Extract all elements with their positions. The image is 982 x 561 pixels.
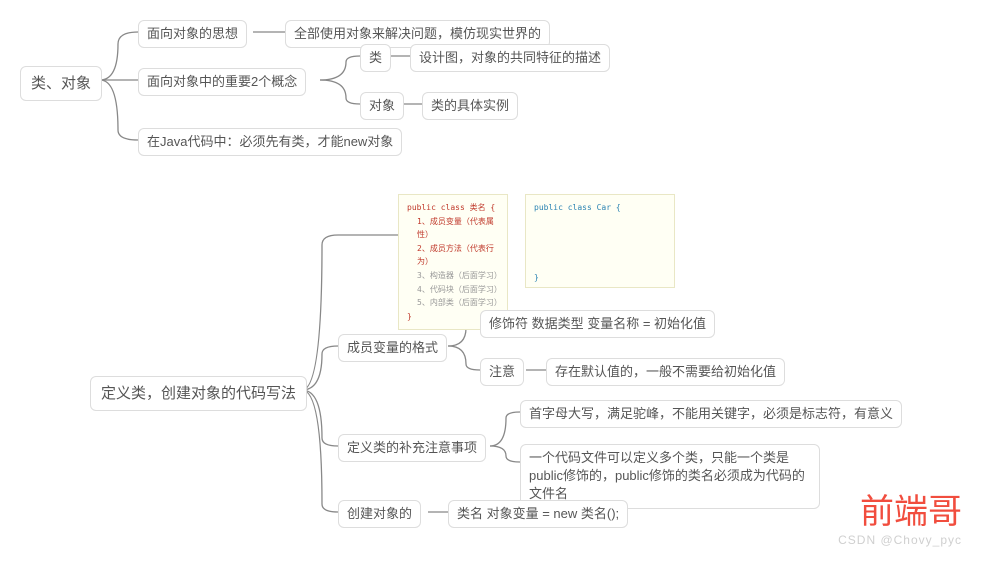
code-line: 5、内部类（后面学习） [407,296,499,310]
codebox-example: public class Car { } [525,194,675,288]
node-note: 注意 [480,358,524,386]
code-line: } [534,271,666,285]
node-class: 类 [360,44,391,72]
node-member-var-format: 成员变量的格式 [338,334,447,362]
code-line: 1、成员变量（代表属性） [407,215,499,242]
node-naming-rule: 首字母大写，满足驼峰，不能用关键字，必须是标志符，有意义 [520,400,902,428]
node-class-rules: 定义类的补充注意事项 [338,434,486,462]
node-oo-thinking: 面向对象的思想 [138,20,247,48]
node-create-syntax: 类名 对象变量 = new 类名(); [448,500,628,528]
node-create-object: 创建对象的 [338,500,421,528]
node-class-desc: 设计图，对象的共同特征的描述 [410,44,610,72]
code-line: public class Car { [534,201,666,215]
watermark-grey: CSDN @Chovy_pyc [838,533,962,547]
node-note-default: 存在默认值的，一般不需要给初始化值 [546,358,785,386]
root-class-object: 类、对象 [20,66,102,101]
node-java-rule: 在Java代码中：必须先有类，才能new对象 [138,128,402,156]
node-object-desc: 类的具体实例 [422,92,518,120]
node-member-var-syntax: 修饰符 数据类型 变量名称 = 初始化值 [480,310,715,338]
watermark-red: 前端哥 [860,484,962,533]
node-two-concepts: 面向对象中的重要2个概念 [138,68,306,96]
code-line: public class 类名 { [407,201,499,215]
node-object: 对象 [360,92,404,120]
code-line: 2、成员方法（代表行为） [407,242,499,269]
root-define-class: 定义类，创建对象的代码写法 [90,376,307,411]
node-public-rule: 一个代码文件可以定义多个类，只能一个类是public修饰的，public修饰的类… [520,444,820,509]
code-line: 3、构造器（后面学习） [407,269,499,283]
code-line: 4、代码块（后面学习） [407,283,499,297]
